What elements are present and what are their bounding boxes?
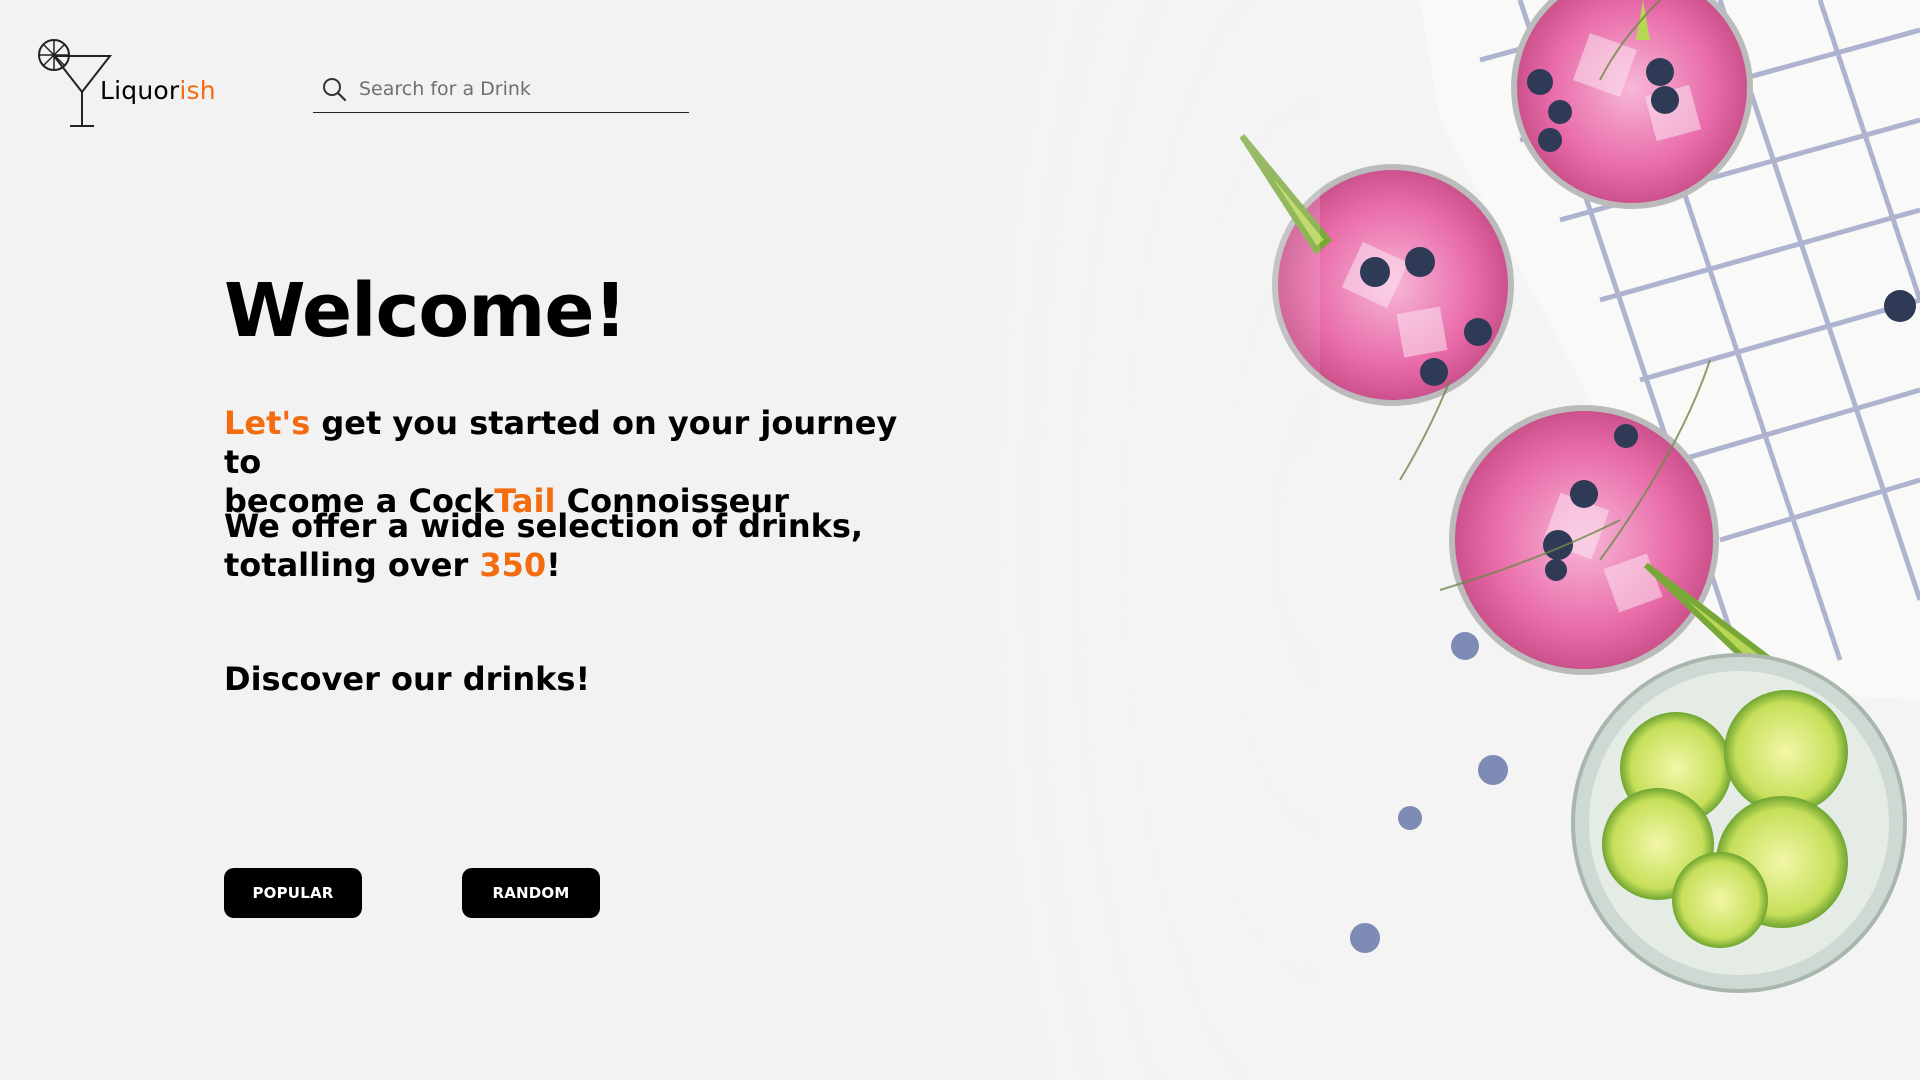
selection-text: We offer a wide selection of drinks, tot… bbox=[224, 507, 924, 585]
popular-button[interactable]: POPULAR bbox=[224, 868, 362, 918]
search-input[interactable] bbox=[359, 78, 659, 100]
hero-drinks-image bbox=[960, 0, 1920, 1080]
intro-line1: get you started on your journey to bbox=[224, 404, 898, 481]
brand-name-part1: Liquor bbox=[100, 76, 180, 105]
intro-text: Let's get you started on your journey to… bbox=[224, 404, 924, 521]
brand-name: Liquorish bbox=[100, 76, 216, 105]
selection-line1: We offer a wide selection of drinks, bbox=[224, 507, 864, 545]
brand-logo[interactable]: Liquorish bbox=[36, 36, 226, 130]
search-bar bbox=[313, 66, 689, 113]
selection-line2-end: ! bbox=[546, 546, 561, 584]
search-icon[interactable] bbox=[321, 75, 349, 103]
discover-heading: Discover our drinks! bbox=[224, 660, 591, 698]
selection-line2-start: totalling over bbox=[224, 546, 480, 584]
intro-accent: Let's bbox=[224, 404, 311, 442]
brand-name-part2: ish bbox=[179, 76, 216, 105]
random-button[interactable]: RANDOM bbox=[462, 868, 600, 918]
page-title: Welcome! bbox=[224, 268, 627, 354]
drink-count: 350 bbox=[479, 546, 547, 584]
